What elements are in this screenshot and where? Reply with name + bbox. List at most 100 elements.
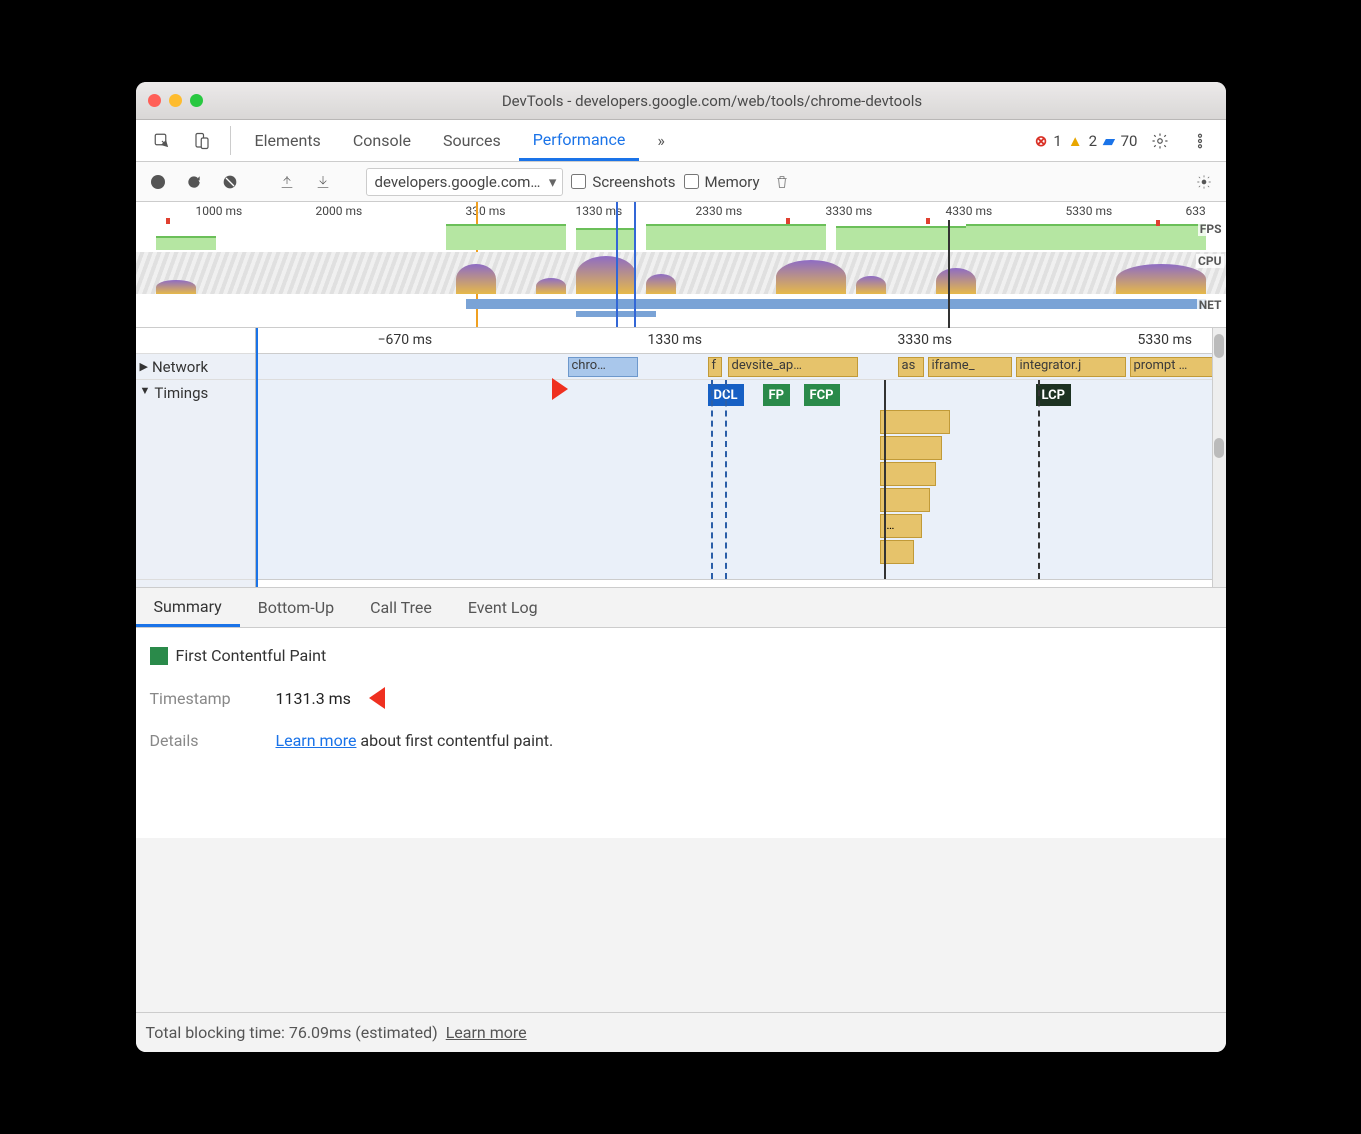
performance-toolbar: developers.google.com… Screenshots Memor… bbox=[136, 162, 1226, 202]
warning-count: 2 bbox=[1089, 132, 1097, 150]
error-icon: ⊗ bbox=[1035, 132, 1048, 150]
tab-elements[interactable]: Elements bbox=[241, 120, 335, 161]
record-button[interactable] bbox=[144, 168, 172, 196]
details-label: Details bbox=[150, 731, 260, 750]
console-badges[interactable]: ⊗1 ▲2 ▰70 bbox=[1035, 120, 1138, 161]
long-task[interactable]: l… bbox=[880, 514, 922, 538]
capture-settings-icon[interactable] bbox=[1190, 168, 1218, 196]
vline-fp bbox=[725, 380, 727, 579]
minimize-icon[interactable] bbox=[169, 94, 182, 107]
long-task[interactable] bbox=[880, 410, 950, 434]
network-resource[interactable]: prompt … bbox=[1130, 357, 1215, 377]
learn-more-link[interactable]: Learn more bbox=[276, 731, 357, 750]
detail-tabs: Summary Bottom-Up Call Tree Event Log bbox=[136, 588, 1226, 628]
overview-selection[interactable] bbox=[616, 202, 636, 327]
details-text: Learn more about first contentful paint. bbox=[276, 731, 554, 750]
event-color-swatch bbox=[150, 647, 168, 665]
overview-marker-line bbox=[948, 220, 950, 328]
network-resource[interactable]: devsite_ap… bbox=[728, 357, 858, 377]
vline-dcl bbox=[711, 380, 713, 579]
device-toggle-icon[interactable] bbox=[184, 120, 220, 161]
tab-bottom-up[interactable]: Bottom-Up bbox=[240, 588, 352, 627]
tab-summary[interactable]: Summary bbox=[136, 588, 240, 627]
scrollbar-thumb[interactable] bbox=[1214, 334, 1224, 358]
separator bbox=[230, 126, 231, 155]
status-bar: Total blocking time: 76.09ms (estimated)… bbox=[136, 1012, 1226, 1052]
titlebar: DevTools - developers.google.com/web/too… bbox=[136, 82, 1226, 120]
summary-panel: First Contentful Paint Timestamp 1131.3 … bbox=[136, 628, 1226, 838]
scrollbar-thumb[interactable] bbox=[1214, 438, 1224, 458]
scrollbar[interactable] bbox=[1212, 328, 1226, 587]
timestamp-label: Timestamp bbox=[150, 689, 260, 708]
tab-sources[interactable]: Sources bbox=[429, 120, 515, 161]
cpu-lane: CPU bbox=[136, 252, 1226, 294]
timings-track-toggle[interactable]: ▼Timings bbox=[136, 380, 255, 580]
network-track: chro… f devsite_ap… as iframe_ integrato… bbox=[258, 354, 1226, 380]
timeline-ruler: −670 ms 1330 ms 3330 ms 5330 ms bbox=[258, 328, 1226, 354]
event-name: First Contentful Paint bbox=[176, 646, 327, 665]
network-resource[interactable]: integrator.j bbox=[1016, 357, 1126, 377]
network-resource[interactable]: f bbox=[708, 357, 722, 377]
error-count: 1 bbox=[1053, 132, 1061, 150]
vline-lcp bbox=[1038, 380, 1040, 579]
more-vert-icon[interactable] bbox=[1182, 120, 1218, 161]
network-resource[interactable]: as bbox=[898, 357, 924, 377]
flame-chart: ▶Network ▼Timings −670 ms 1330 ms 3330 m… bbox=[136, 328, 1226, 588]
chevron-down-icon: ▼ bbox=[140, 384, 151, 397]
window-title: DevTools - developers.google.com/web/too… bbox=[211, 92, 1214, 110]
maximize-icon[interactable] bbox=[190, 94, 203, 107]
fps-label: FPS bbox=[1198, 222, 1224, 236]
timings-track: DCL FP FCP LCP l… bbox=[258, 380, 1226, 580]
memory-checkbox[interactable]: Memory bbox=[684, 173, 760, 191]
overview-panel[interactable]: 1000 ms 2000 ms 330 ms 1330 ms 2330 ms 3… bbox=[136, 202, 1226, 328]
main-tabs: Elements Console Sources Performance » ⊗… bbox=[136, 120, 1226, 162]
net-label: NET bbox=[1197, 298, 1224, 312]
network-track-toggle[interactable]: ▶Network bbox=[136, 354, 255, 380]
timing-fp[interactable]: FP bbox=[763, 384, 791, 406]
fps-lane: FPS bbox=[136, 220, 1226, 250]
annotation-arrow bbox=[520, 370, 568, 408]
reload-record-button[interactable] bbox=[180, 168, 208, 196]
overview-ruler: 1000 ms 2000 ms 330 ms 1330 ms 2330 ms 3… bbox=[136, 202, 1226, 220]
inspect-icon[interactable] bbox=[144, 120, 180, 161]
empty-area bbox=[136, 838, 1226, 1012]
load-profile-button[interactable] bbox=[273, 168, 301, 196]
flame-chart-body[interactable]: −670 ms 1330 ms 3330 ms 5330 ms chro… f … bbox=[256, 328, 1226, 587]
cpu-label: CPU bbox=[1196, 254, 1224, 268]
long-task[interactable] bbox=[880, 462, 936, 486]
learn-more-link[interactable]: Learn more bbox=[446, 1023, 527, 1042]
recording-selector[interactable]: developers.google.com… bbox=[366, 168, 564, 196]
chevron-right-icon: ▶ bbox=[140, 360, 148, 373]
clear-button[interactable] bbox=[216, 168, 244, 196]
network-resource[interactable]: chro… bbox=[568, 357, 638, 377]
timing-fcp[interactable]: FCP bbox=[804, 384, 840, 406]
long-task[interactable] bbox=[880, 488, 930, 512]
ruler-spacer bbox=[136, 328, 255, 354]
save-profile-button[interactable] bbox=[309, 168, 337, 196]
devtools-window: DevTools - developers.google.com/web/too… bbox=[136, 82, 1226, 1052]
summary-title: First Contentful Paint bbox=[150, 646, 1212, 665]
fps-drop-marker bbox=[166, 218, 170, 224]
network-resource[interactable]: iframe_ bbox=[928, 357, 1012, 377]
gear-icon[interactable] bbox=[1142, 120, 1178, 161]
tab-call-tree[interactable]: Call Tree bbox=[352, 588, 450, 627]
track-labels: ▶Network ▼Timings bbox=[136, 328, 256, 587]
timing-lcp[interactable]: LCP bbox=[1036, 384, 1072, 406]
tabs-overflow[interactable]: » bbox=[643, 120, 679, 161]
timestamp-value: 1131.3 ms bbox=[276, 689, 351, 708]
trash-icon[interactable] bbox=[768, 168, 796, 196]
fps-drop-marker bbox=[1156, 220, 1160, 226]
net-lane: NET bbox=[136, 297, 1226, 317]
annotation-arrow bbox=[369, 679, 417, 717]
tab-performance[interactable]: Performance bbox=[519, 120, 640, 161]
fps-drop-marker bbox=[786, 218, 790, 224]
long-task[interactable] bbox=[880, 436, 942, 460]
vline-task bbox=[884, 380, 886, 579]
close-icon[interactable] bbox=[148, 94, 161, 107]
tab-console[interactable]: Console bbox=[339, 120, 425, 161]
message-icon: ▰ bbox=[1103, 132, 1115, 150]
warning-icon: ▲ bbox=[1068, 132, 1083, 150]
screenshots-checkbox[interactable]: Screenshots bbox=[571, 173, 675, 191]
tab-event-log[interactable]: Event Log bbox=[450, 588, 556, 627]
traffic-lights bbox=[148, 94, 203, 107]
